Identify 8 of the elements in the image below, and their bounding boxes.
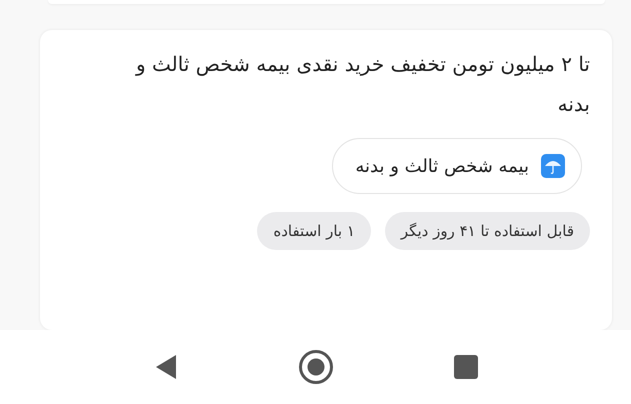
back-button[interactable] bbox=[154, 354, 178, 380]
info-tag: ۱ بار استفاده bbox=[257, 212, 371, 250]
info-tag: قابل استفاده تا ۴۱ روز دیگر bbox=[384, 212, 590, 250]
umbrella-icon bbox=[541, 154, 565, 178]
offer-title: تا ۲ میلیون تومن تخفیف خرید نقدی بیمه شخص ثالث و بدنه bbox=[134, 51, 590, 118]
category-chip[interactable]: بیمه شخص ثالث و بدنه bbox=[332, 138, 582, 194]
recents-button[interactable] bbox=[454, 355, 478, 379]
home-button[interactable] bbox=[298, 349, 334, 385]
